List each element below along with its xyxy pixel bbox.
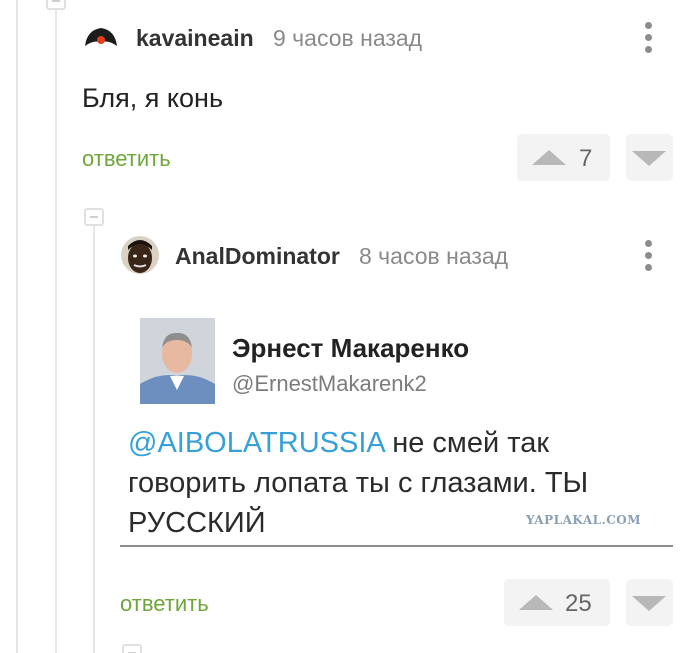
comment-author[interactable]: AnalDominator	[175, 243, 340, 270]
image-mention: @AIBOLATRUSSIA	[128, 427, 385, 459]
image-author-name: Эрнест Макаренко	[232, 333, 470, 363]
avatar-image	[83, 20, 119, 56]
comment-image[interactable]: Эрнест Макаренко @ErnestMakarenk2 @AIBOL…	[120, 305, 673, 547]
reply-link[interactable]: ответить	[120, 591, 209, 617]
thread-line-root	[16, 0, 18, 653]
comment-timestamp: 8 часов назад	[359, 243, 509, 269]
downvote-button[interactable]	[626, 134, 673, 181]
vote-score: 25	[565, 590, 592, 617]
vote-score: 7	[579, 145, 593, 172]
avatar[interactable]	[121, 236, 159, 274]
upvote-icon	[519, 595, 553, 610]
image-author-handle: @ErnestMakarenk2	[232, 371, 427, 396]
thread-line-level1	[55, 0, 57, 653]
more-options-icon[interactable]	[643, 240, 653, 276]
avatar[interactable]	[83, 20, 119, 56]
comment-author[interactable]: kavaineain	[136, 25, 254, 52]
upvote-button[interactable]: 7	[517, 134, 610, 181]
image-watermark: YAPLAKAL.COM	[526, 513, 642, 527]
reply-link[interactable]: ответить	[82, 146, 171, 172]
collapse-toggle-top[interactable]	[46, 0, 66, 10]
comment-text: Бля, я конь	[82, 83, 224, 113]
thread-line-level2	[93, 226, 95, 653]
more-options-icon[interactable]	[643, 22, 653, 58]
collapse-toggle-comment2[interactable]	[84, 208, 104, 226]
downvote-icon	[632, 151, 666, 166]
upvote-button[interactable]: 25	[504, 579, 610, 626]
upvote-icon	[532, 150, 566, 165]
downvote-icon	[632, 596, 666, 611]
comment-timestamp: 9 часов назад	[273, 25, 423, 51]
avatar-image	[121, 236, 159, 274]
author-photo	[140, 318, 215, 404]
collapse-toggle-bottom[interactable]	[122, 644, 142, 653]
downvote-button[interactable]	[626, 579, 673, 626]
